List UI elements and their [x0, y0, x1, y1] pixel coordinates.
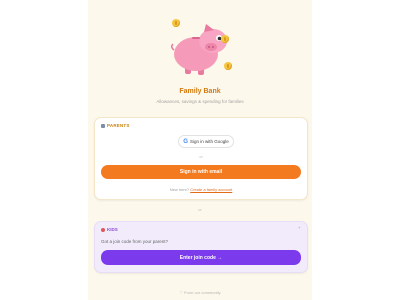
create-account-prompt: New here? Create a family account	[95, 187, 307, 192]
app-subtitle: Allowances, savings & spending for famil…	[156, 99, 244, 104]
parents-section-header: PARENTS	[101, 123, 130, 128]
hero-illustration	[88, 0, 312, 84]
or-divider: or	[199, 154, 203, 159]
enter-join-code-button[interactable]: Enter join code →	[101, 250, 301, 265]
join-code-question: Got a join code from your parent?	[101, 239, 169, 244]
create-account-link[interactable]: Create a family account	[190, 187, 232, 192]
kid-icon	[101, 227, 105, 232]
community-link[interactable]: ♡ From our community	[88, 290, 312, 295]
google-sign-in-label: Sign in with Google	[189, 139, 229, 144]
coin-icon	[224, 62, 232, 70]
parents-label: PARENTS	[107, 123, 130, 128]
coin-icon	[172, 19, 180, 27]
new-here-text: New here?	[169, 187, 190, 192]
email-sign-in-button[interactable]: Sign in with email	[101, 165, 301, 179]
sparkle-icon: ✦	[297, 225, 301, 230]
coin-icon	[221, 35, 229, 43]
kids-section-header: KIDS	[101, 227, 118, 232]
parent-icon	[101, 123, 105, 128]
google-sign-in-button[interactable]: G Sign in with Google	[178, 135, 234, 148]
google-icon: G	[183, 138, 188, 145]
login-page: Family Bank Allowances, savings & spendi…	[88, 0, 312, 300]
or-divider: or	[198, 207, 202, 212]
app-title: Family Bank	[179, 88, 221, 95]
piggy-bank-icon	[170, 24, 227, 75]
kids-label: KIDS	[107, 227, 118, 232]
parents-card: PARENTS G Sign in with Google or Sign in…	[94, 117, 308, 200]
kids-card: KIDS ✦ ✦ Got a join code from your paren…	[94, 221, 308, 273]
